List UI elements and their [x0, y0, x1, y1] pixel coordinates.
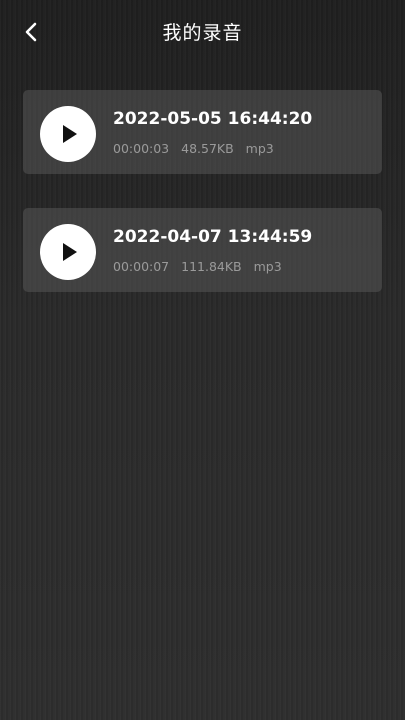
play-icon — [63, 125, 77, 143]
recording-list: 2022-05-05 16:44:20 00:00:03 48.57KB mp3… — [23, 90, 382, 326]
recording-duration: 00:00:03 — [113, 141, 170, 156]
play-button[interactable] — [40, 224, 96, 280]
recording-size: 48.57KB — [181, 141, 234, 156]
recording-size: 111.84KB — [181, 259, 242, 274]
recording-meta: 00:00:03 48.57KB mp3 — [113, 141, 274, 157]
recording-format: mp3 — [245, 141, 274, 156]
recording-item[interactable]: 2022-04-07 13:44:59 00:00:07 111.84KB mp… — [23, 208, 382, 292]
recording-format: mp3 — [253, 259, 282, 274]
recording-item[interactable]: 2022-05-05 16:44:20 00:00:03 48.57KB mp3 — [23, 90, 382, 174]
top-bar: 我的录音 — [0, 0, 405, 66]
recording-title: 2022-04-07 13:44:59 — [113, 227, 313, 247]
recording-meta: 00:00:07 111.84KB mp3 — [113, 259, 282, 275]
play-icon — [63, 243, 77, 261]
recording-title: 2022-05-05 16:44:20 — [113, 109, 313, 129]
page-title: 我的录音 — [162, 22, 243, 44]
recording-duration: 00:00:07 — [113, 259, 170, 274]
play-button[interactable] — [40, 106, 96, 162]
